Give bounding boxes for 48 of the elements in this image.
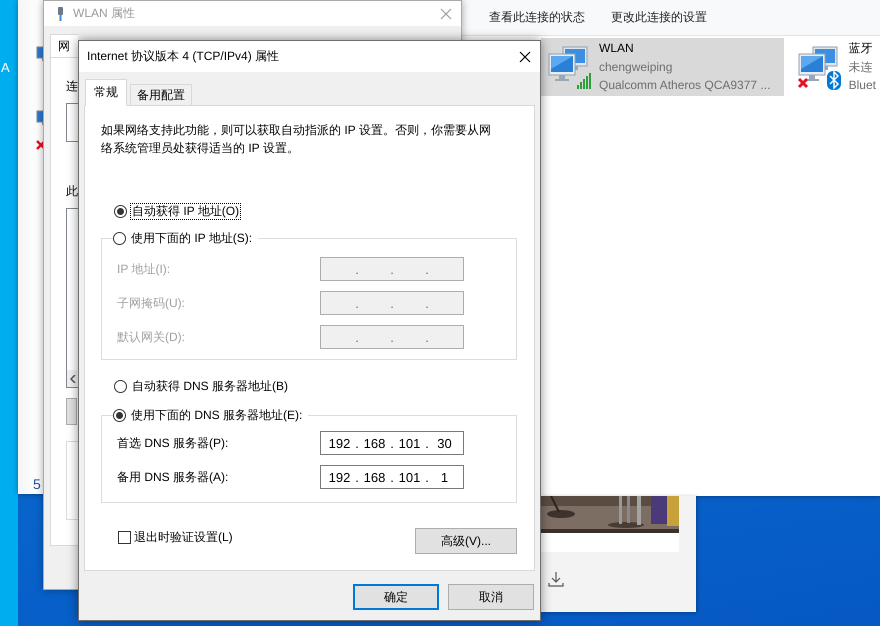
- error-icon: [36, 140, 46, 150]
- close-icon[interactable]: [519, 50, 531, 62]
- section-label: 连: [66, 78, 78, 95]
- scrollbar[interactable]: [67, 370, 77, 387]
- field-label: 首选 DNS 服务器(P):: [117, 434, 230, 452]
- device-name: Qualcomm Atheros QCA9377 ...: [599, 77, 770, 94]
- download-icon[interactable]: [548, 571, 564, 587]
- tab[interactable]: 常规: [85, 79, 127, 106]
- ip-address-field[interactable]: 192 . 168 . 101 . 30: [320, 431, 464, 455]
- monitor-icon: [36, 46, 43, 62]
- desktop-icon-label: A: [1, 60, 10, 75]
- radio-label[interactable]: 自动获得 IP 地址(O): [130, 202, 242, 220]
- radio-label[interactable]: 使用下面的 IP 地址(S):: [129, 230, 254, 246]
- checkbox[interactable]: [118, 531, 131, 544]
- connection-count: 5: [33, 476, 41, 492]
- ok-button[interactable]: 确定: [353, 584, 439, 610]
- toolbar-button[interactable]: 查看此连接的状态: [481, 0, 593, 35]
- field-label: IP 地址(I):: [117, 260, 172, 278]
- connection-item[interactable]: WLAN chengweiping Qualcomm Atheros QCA9377 ...: [541, 38, 784, 96]
- connection-status: chengweiping: [599, 58, 674, 76]
- cancel-button[interactable]: 取消: [448, 584, 534, 610]
- tab[interactable]: 备用配置: [130, 84, 192, 105]
- connection-name: WLAN: [599, 40, 635, 58]
- toolbar-button[interactable]: 更改此连接的设置: [603, 0, 715, 35]
- radio-label[interactable]: 自动获得 DNS 服务器地址(B): [130, 378, 290, 394]
- connection-status: 未连: [848, 58, 874, 76]
- checkbox-label[interactable]: 退出时验证设置(L): [134, 529, 233, 546]
- network-cable-icon: [56, 6, 65, 20]
- field-label: 默认网关(D):: [117, 328, 186, 346]
- connection-item[interactable]: 蓝牙 未连 Bluet: [790, 38, 880, 96]
- field-label: 子网掩码(U):: [117, 294, 186, 312]
- advanced-button[interactable]: 高级(V)...: [415, 528, 517, 554]
- section-label: 此: [66, 183, 78, 200]
- connection-name: 蓝牙: [848, 40, 874, 58]
- radio-button[interactable]: [113, 408, 126, 422]
- radio-button[interactable]: [114, 204, 127, 218]
- ip-address-field[interactable]: 192 . 168 . 101 . 1: [320, 465, 464, 489]
- dialog-title: Internet 协议版本 4 (TCP/IPv4) 属性: [87, 48, 280, 65]
- monitor-icon: [36, 110, 43, 126]
- radio-button[interactable]: [113, 232, 126, 244]
- radio-label[interactable]: 使用下面的 DNS 服务器地址(E):: [129, 406, 304, 424]
- field-label: 备用 DNS 服务器(A):: [117, 468, 230, 486]
- scroll-left-icon[interactable]: [70, 374, 76, 382]
- device-name: Bluet: [848, 77, 876, 94]
- tab[interactable]: 网: [50, 34, 78, 57]
- radio-button[interactable]: [114, 380, 127, 392]
- window-title: WLAN 属性: [73, 5, 136, 22]
- description-text: 如果网络支持此功能，则可以获取自动指派的 IP 设置。否则，你需要从网络系统管理员处获得适当的 IP 设置。: [101, 122, 492, 157]
